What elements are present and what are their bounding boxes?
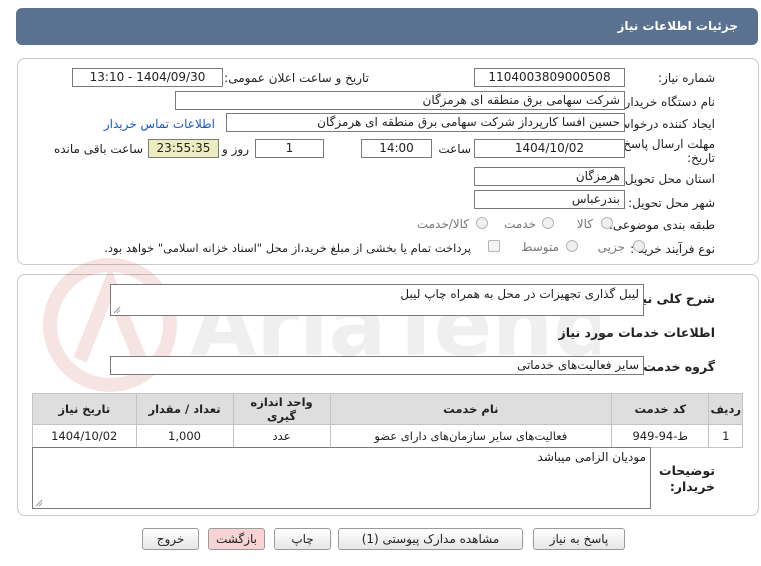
col-header-need-date: تاریخ نیاز — [32, 393, 137, 425]
category-option-service: خدمت — [504, 217, 536, 231]
service-group-field: سایر فعالیت‌های خدماتی — [110, 356, 644, 375]
buyer-notes-label: توضیحات — [659, 463, 715, 478]
province-field: هرمزگان — [474, 167, 625, 186]
announce-datetime-field: 1404/09/30 - 13:10 — [72, 68, 223, 87]
days-remaining-field: 1 — [255, 139, 324, 158]
category-radio-service[interactable] — [542, 217, 554, 229]
process-option-medium: متوسط — [521, 240, 559, 254]
need-info-panel — [17, 58, 759, 265]
cell-need-date: 1404/10/02 — [32, 424, 137, 448]
buyer-contact-link[interactable]: اطلاعات تماس خریدار — [104, 117, 215, 131]
cell-service-name: فعالیت‌های سایر سازمان‌های دارای عضو — [329, 424, 613, 448]
announce-label: تاریخ و ساعت اعلان عمومی: — [224, 71, 369, 85]
cell-unit: عدد — [232, 424, 331, 448]
resize-grip-icon[interactable] — [35, 499, 43, 507]
requester-field: حسین افسا کارپرداز شرکت سهامی برق منطقه … — [226, 113, 625, 132]
deadline-time-field: 14:00 — [361, 139, 432, 158]
col-header-row-number: ردیف — [708, 393, 743, 425]
remaining-time-field: 23:55:35 — [148, 139, 219, 158]
table-header-row: ردیف کد خدمت نام خدمت واحد اندازه گیری ت… — [32, 393, 743, 425]
buyer-notes-text: مودیان الزامی میباشد — [537, 450, 646, 464]
category-label: طبقه بندی موضوعی: — [608, 218, 715, 232]
days-label: روز و — [222, 142, 249, 156]
reply-button[interactable]: پاسخ به نیاز — [533, 528, 625, 550]
city-label: شهر محل تحویل: — [628, 196, 715, 210]
attachments-button[interactable]: مشاهده مدارک پیوستی (1) — [338, 528, 523, 550]
col-header-quantity: تعداد / مقدار — [135, 393, 234, 425]
description-textarea[interactable]: لیبل گذاری تجهیزات در محل به همراه چاپ ل… — [110, 284, 644, 316]
description-text: لیبل گذاری تجهیزات در محل به همراه چاپ ل… — [400, 287, 639, 301]
cell-quantity: 1,000 — [135, 424, 234, 448]
page-title: جزئیات اطلاعات نیاز — [617, 19, 738, 33]
col-header-service-code: کد خدمت — [611, 393, 710, 425]
deadline-label-date: تاریخ: — [687, 151, 715, 165]
process-radio-minor[interactable] — [633, 240, 645, 252]
deadline-date-field: 1404/10/02 — [474, 139, 625, 158]
exit-button[interactable]: خروج — [142, 528, 199, 550]
province-label: استان محل تحویل: — [620, 172, 715, 186]
need-number-field: 1104003809000508 — [474, 68, 625, 87]
buyer-org-label: نام دستگاه خریدار: — [620, 95, 716, 109]
page-header: جزئیات اطلاعات نیاز — [16, 8, 758, 45]
treasury-checkbox[interactable] — [488, 240, 500, 252]
city-field: بندرعباس — [474, 190, 625, 209]
category-option-goods: کالا — [576, 217, 593, 231]
buyer-notes-textarea[interactable]: مودیان الزامی میباشد — [32, 447, 651, 509]
services-table: ردیف کد خدمت نام خدمت واحد اندازه گیری ت… — [32, 393, 743, 448]
time-label: ساعت — [438, 142, 471, 156]
resize-grip-icon[interactable] — [113, 306, 121, 314]
col-header-unit: واحد اندازه گیری — [232, 393, 331, 425]
cell-row-number: 1 — [708, 424, 743, 448]
print-button[interactable]: چاپ — [274, 528, 331, 550]
remaining-label: ساعت باقی مانده — [53, 142, 143, 156]
category-radio-goods[interactable] — [601, 217, 613, 229]
category-radio-goods-service[interactable] — [476, 217, 488, 229]
process-option-minor: جزیی — [597, 240, 625, 254]
category-option-goods-service: کالا/خدمت — [416, 217, 469, 231]
process-radio-medium[interactable] — [566, 240, 578, 252]
cell-service-code: ط-94-949 — [611, 424, 710, 448]
back-button[interactable]: بازگشت — [208, 528, 265, 550]
payment-note: پرداخت تمام یا بخشی از مبلغ خرید،از محل … — [104, 241, 471, 255]
buyer-notes-label-2: خریدار: — [669, 479, 715, 494]
services-section-title: اطلاعات خدمات مورد نیاز — [558, 325, 716, 340]
service-group-label: گروه خدمت: — [638, 359, 715, 374]
col-header-service-name: نام خدمت — [329, 393, 613, 425]
buyer-org-field: شرکت سهامی برق منطقه ای هرمزگان — [175, 91, 625, 110]
need-number-label: شماره نیاز: — [658, 71, 715, 85]
table-row: 1 ط-94-949 فعالیت‌های سایر سازمان‌های دا… — [32, 424, 743, 448]
